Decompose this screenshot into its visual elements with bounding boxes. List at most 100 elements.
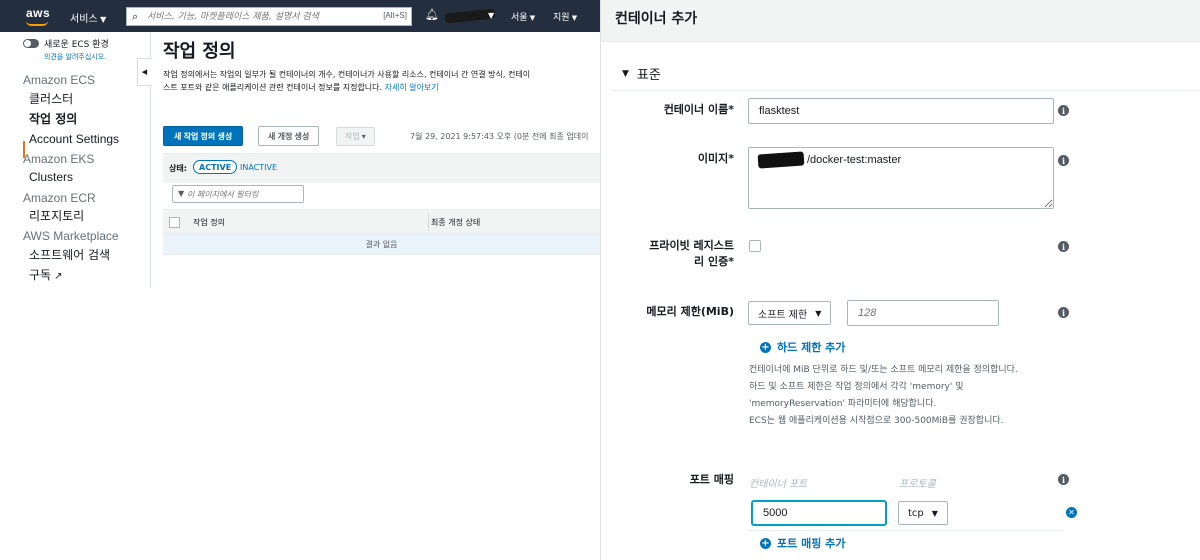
private-registry-label-line-2: 리 인증* [694, 255, 734, 268]
memory-help-line-3: 'memoryReservation' 파라미터에 해당합니다. [749, 399, 937, 409]
container-name-input[interactable] [748, 98, 1054, 124]
sidebar-item-repositories[interactable]: 리포지토리 [29, 207, 84, 224]
sidebar-item-account-settings[interactable]: Account Settings [29, 132, 119, 146]
learn-more-link[interactable]: 자세히 알아보기 [385, 83, 439, 92]
support-menu[interactable]: 지원 [553, 10, 577, 23]
filter-input[interactable] [187, 188, 299, 200]
container-name-label: 컨테이너 이름* [663, 103, 734, 116]
console-search-input[interactable] [147, 9, 375, 24]
sidebar-item-clusters[interactable]: 클러스터 [29, 90, 73, 107]
no-results-text: 결과 없음 [365, 240, 398, 249]
protocol-select[interactable]: tcp ▼ [898, 501, 948, 525]
add-hard-limit-label: 하드 제한 추가 [777, 341, 846, 354]
search-shortcut-hint: [Alt+S] [383, 11, 407, 20]
memory-limit-type-value: 소프트 제한 [758, 309, 808, 321]
memory-limit-input[interactable] [847, 300, 999, 326]
select-all-checkbox[interactable] [169, 217, 180, 228]
caret-down-icon: ▼ [815, 308, 822, 318]
create-revision-button[interactable]: 새 개정 생성 [258, 126, 320, 146]
dialog-header: 컨테이너 추가 [601, 0, 1200, 42]
ecs-console-panel: aws 서비스 ⌕ [Alt+S] 🔔︎ ▼ 서울 지원 새로운 ECS 환경 … [0, 0, 600, 560]
add-hard-limit-link[interactable]: + 하드 제한 추가 [760, 339, 845, 355]
column-divider [428, 213, 429, 231]
caret-down-icon: ▼ [622, 68, 629, 79]
status-label: 상태: [169, 164, 187, 173]
plus-circle-icon: + [760, 537, 771, 549]
info-icon[interactable]: i [1058, 155, 1069, 166]
create-task-definition-button[interactable]: 새 작업 정의 생성 [163, 126, 244, 146]
table-row: 결과 없음 [163, 234, 600, 255]
console-search-box[interactable]: ⌕ [Alt+S] [126, 7, 412, 26]
external-link-icon: ↗ [54, 271, 63, 282]
image-field[interactable]: /docker-test:master [748, 147, 1054, 209]
task-definitions-table: 상태: ACTIVE INACTIVE ▼ 작업 정의 최종 개정 상태 [163, 153, 600, 258]
info-icon[interactable]: i [1058, 105, 1069, 116]
info-icon[interactable]: i [1058, 241, 1069, 252]
memory-help-text: 컨테이너에 MiB 단위로 하드 및/또는 소프트 메모리 제한을 정의합니다.… [749, 362, 1018, 430]
description-line-2-text: 스트 포트와 같은 애플리케이션 관련 컨테이너 정보를 지정합니다. [163, 83, 383, 92]
description-line-1: 작업 정의에서는 작업의 일부가 될 컨테이너의 개수, 컨테이너가 사용할 리… [163, 70, 531, 79]
actions-dropdown-button[interactable]: 작업 [336, 127, 375, 146]
chevron-left-icon: ◀ [141, 68, 148, 76]
page-description: 작업 정의에서는 작업의 일부가 될 컨테이너의 개수, 컨테이너가 사용할 리… [163, 68, 600, 94]
subscriptions-label: 구독 [29, 268, 52, 282]
services-menu[interactable]: 서비스 [70, 10, 106, 25]
page-title: 작업 정의 [163, 41, 236, 62]
search-icon: ⌕ [132, 10, 139, 23]
filter-funnel-icon: ▼ [178, 189, 185, 198]
new-experience-toggle[interactable] [23, 39, 39, 48]
port-mapping-label: 포트 매핑 [689, 473, 734, 486]
plus-circle-icon: + [760, 341, 771, 353]
new-experience-label: 새로운 ECS 환경 [44, 40, 109, 50]
new-experience-toggle-row[interactable]: 새로운 ECS 환경 [23, 37, 109, 50]
sidebar-collapse-button[interactable]: ◀ [137, 58, 151, 86]
dialog-title: 컨테이너 추가 [615, 11, 698, 27]
standard-section-toggle[interactable]: ▼ 표준 [622, 64, 661, 83]
table-header: 작업 정의 최종 개정 상태 [163, 209, 600, 234]
sidebar-section-marketplace: AWS Marketplace [23, 229, 119, 243]
aws-logo-smile-icon [26, 21, 48, 26]
add-port-mapping-link[interactable]: + 포트 매핑 추가 [760, 535, 845, 551]
sidebar-section-ecs: Amazon ECS [23, 73, 96, 87]
aws-logo[interactable]: aws [26, 6, 50, 20]
ecs-sidebar: 새로운 ECS 환경 의견을 알려주십시오. ◀ Amazon ECS 클러스터… [0, 32, 151, 288]
add-port-mapping-label: 포트 매핑 추가 [777, 537, 846, 550]
container-port-input[interactable] [752, 501, 886, 525]
sidebar-item-eks-clusters[interactable]: Clusters [29, 170, 73, 184]
status-active-pill[interactable]: ACTIVE [193, 160, 238, 174]
memory-limit-label: 메모리 제한(MiB) [646, 305, 734, 318]
container-port-header: 컨테이너 포트 [749, 479, 808, 490]
sidebar-item-discover-software[interactable]: 소프트웨어 검색 [29, 246, 110, 263]
aws-top-navigation: aws 서비스 ⌕ [Alt+S] 🔔︎ ▼ 서울 지원 [0, 0, 600, 32]
image-label: 이미지* [697, 152, 734, 165]
info-icon[interactable]: i [1058, 474, 1069, 485]
feedback-link[interactable]: 의견을 알려주십시오. [44, 52, 106, 62]
column-header-task-definition[interactable]: 작업 정의 [193, 217, 225, 228]
memory-help-line-4: ECS는 웹 애플리케이션용 시작점으로 300-500MiB를 권장합니다. [749, 416, 1004, 426]
sidebar-section-eks: Amazon EKS [23, 152, 95, 166]
caret-down-icon: ▼ [931, 508, 938, 518]
protocol-header: 프로토콜 [899, 479, 936, 490]
notification-bell-icon[interactable]: 🔔︎ [425, 8, 439, 21]
account-dropdown-icon[interactable]: ▼ [488, 11, 494, 20]
sidebar-section-ecr: Amazon ECR [23, 191, 96, 205]
status-filter-bar: 상태: ACTIVE INACTIVE [163, 153, 600, 183]
remove-port-mapping-icon[interactable]: ✕ [1066, 507, 1077, 518]
status-inactive-link[interactable]: INACTIVE [240, 163, 277, 172]
add-container-dialog: 컨테이너 추가 ▼ 표준 컨테이너 이름* i 이미지* /docker-tes… [600, 0, 1200, 560]
private-registry-checkbox[interactable] [749, 240, 761, 252]
info-icon[interactable]: i [1058, 307, 1069, 318]
sidebar-item-subscriptions[interactable]: 구독 ↗ [29, 266, 62, 283]
sidebar-item-task-definitions[interactable]: 작업 정의 [29, 110, 77, 127]
region-menu[interactable]: 서울 [511, 10, 535, 23]
standard-section-title: 표준 [636, 68, 661, 83]
filter-row: ▼ [163, 183, 600, 209]
memory-help-line-2: 하드 및 소프트 제한은 작업 정의에서 각각 'memory' 및 [749, 382, 964, 392]
column-header-latest-revision-status[interactable]: 최종 개정 상태 [431, 217, 480, 228]
memory-limit-type-select[interactable]: 소프트 제한 ▼ [748, 301, 832, 325]
description-line-2: 스트 포트와 같은 애플리케이션 관련 컨테이너 정보를 지정합니다. 자세히 … [163, 81, 600, 94]
memory-help-line-1: 컨테이너에 MiB 단위로 하드 및/또는 소프트 메모리 제한을 정의합니다. [749, 365, 1018, 375]
protocol-value: tcp [908, 507, 924, 519]
private-registry-label: 프라이빗 레지스트 리 인증* [649, 238, 734, 270]
filter-box[interactable]: ▼ [172, 185, 304, 203]
